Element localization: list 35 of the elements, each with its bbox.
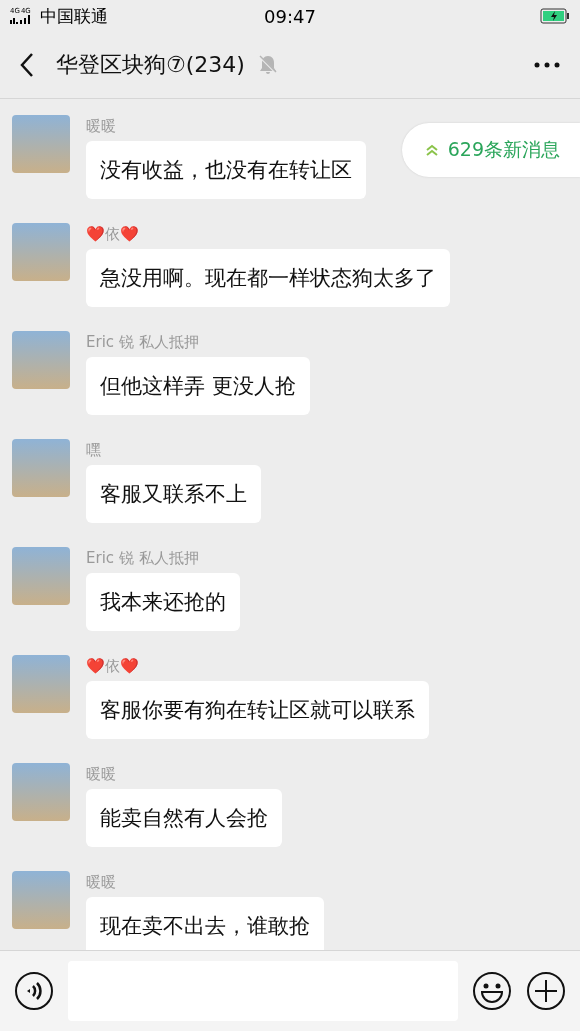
message-bubble: 急没用啊。现在都一样状态狗太多了: [86, 249, 450, 307]
more-icon[interactable]: [534, 62, 560, 68]
chat-title: 华登区块狗⑦(234): [56, 51, 245, 79]
battery-charging-icon: [540, 8, 570, 24]
sender-name: 嘿: [86, 441, 101, 459]
message-bubble: 没有收益，也没有在转让区: [86, 141, 366, 199]
avatar-photo-placeholder[interactable]: [12, 439, 70, 497]
avatar-photo-placeholder[interactable]: [12, 223, 70, 281]
sender-name: Eric 锐 私人抵押: [86, 333, 199, 351]
avatar-photo-placeholder[interactable]: [12, 871, 70, 929]
voice-icon[interactable]: [14, 971, 54, 1011]
avatar-photo-placeholder[interactable]: [12, 655, 70, 713]
back-icon[interactable]: [20, 52, 34, 78]
message-bubble: 现在卖不出去，谁敢抢: [86, 897, 324, 950]
message-bubble: 客服又联系不上: [86, 465, 261, 523]
plus-icon[interactable]: [526, 971, 566, 1011]
sender-name: 暖暖: [86, 765, 116, 783]
message-bubble: 但他这样弄 更没人抢: [86, 357, 310, 415]
sender-name: Eric 锐 私人抵押: [86, 549, 199, 567]
message-bubble: 客服你要有狗在转让区就可以联系: [86, 681, 429, 739]
sender-name: 暖暖: [86, 873, 116, 891]
avatar-photo-placeholder[interactable]: [12, 547, 70, 605]
status-time: 09:47: [264, 5, 316, 27]
message-bubble: 我本来还抢的: [86, 573, 240, 631]
avatar-photo-placeholder[interactable]: [12, 763, 70, 821]
new-messages-button[interactable]: 629条新消息: [401, 123, 580, 177]
sender-name: ❤依❤: [86, 225, 139, 243]
message-bubble: 能卖自然有人会抢: [86, 789, 282, 847]
sender-name: ❤依❤: [86, 657, 139, 675]
carrier-name: 中国联通: [40, 4, 108, 28]
avatar-photo-placeholder[interactable]: [12, 331, 70, 389]
sender-name: 暖暖: [86, 117, 116, 135]
double-chevron-up-icon: [425, 144, 438, 156]
avatar-photo-placeholder[interactable]: [12, 115, 70, 173]
emoji-icon[interactable]: [472, 971, 512, 1011]
